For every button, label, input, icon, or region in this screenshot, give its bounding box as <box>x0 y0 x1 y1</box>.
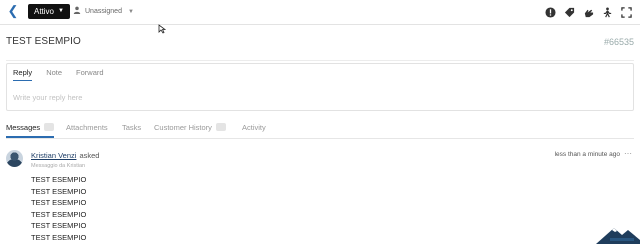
tab-tasks[interactable]: Tasks <box>122 122 141 136</box>
caret-down-icon: ▼ <box>127 9 134 15</box>
message-item: Kristian Venzi asked Messaggio da Kristia… <box>6 148 634 244</box>
tab-customer-history[interactable]: Customer History <box>154 122 226 136</box>
tab-attachments[interactable]: Attachments <box>66 122 108 136</box>
back-chevron-icon[interactable]: ❮ <box>6 4 20 18</box>
alert-icon[interactable] <box>545 6 556 18</box>
message-line: TEST ESEMPIO <box>31 175 87 184</box>
tab-reply[interactable]: Reply <box>13 68 33 81</box>
tag-icon[interactable] <box>564 7 575 18</box>
expand-icon[interactable] <box>621 6 632 18</box>
status-dropdown[interactable]: Attivo ▼ <box>28 4 70 19</box>
avatar[interactable] <box>6 150 23 167</box>
tab-forward[interactable]: Forward <box>76 68 104 81</box>
message-line: TEST ESEMPIO <box>31 232 87 242</box>
message-body: TEST ESEMPIO TEST ESEMPIO TEST ESEMPIO T… <box>31 174 86 243</box>
mountain-logo <box>596 228 640 244</box>
tab-label: Attachments <box>66 123 108 132</box>
tab-activity[interactable]: Activity <box>242 122 266 136</box>
reply-input[interactable] <box>13 90 613 104</box>
person-icon <box>73 6 81 14</box>
toolbar-actions <box>545 5 632 19</box>
ticket-toolbar: ❮ Attivo ▼ Unassigned ▼ <box>0 0 640 25</box>
mouse-cursor-icon <box>158 24 166 34</box>
count-badge <box>215 123 226 131</box>
message-line: TEST ESEMPIO <box>31 209 87 219</box>
tab-label: Customer History <box>154 123 212 132</box>
message-line: TEST ESEMPIO <box>31 221 87 230</box>
ticket-number: #66535 <box>603 37 634 47</box>
assignee-label: Unassigned <box>85 8 122 15</box>
message-tabs: Messages Attachments Tasks Customer Hist… <box>6 122 634 139</box>
status-label: Attivo <box>34 7 55 16</box>
more-dots-icon[interactable]: ⋯ <box>624 149 632 158</box>
message-author-line: Kristian Venzi asked <box>31 151 99 160</box>
message-line: TEST ESEMPIO <box>31 198 87 207</box>
divider <box>6 60 634 61</box>
walking-person-icon[interactable] <box>602 6 613 18</box>
hand-icon[interactable] <box>583 7 594 18</box>
message-meta: Messaggio da Kristian <box>31 163 86 169</box>
message-line: TEST ESEMPIO <box>31 186 87 196</box>
message-timestamp: less than a minute ago <box>554 151 620 158</box>
tab-label: Activity <box>242 123 266 132</box>
caret-down-icon: ▼ <box>58 8 64 15</box>
reply-composer: Reply Note Forward <box>6 63 634 111</box>
assignee-dropdown[interactable]: Unassigned ▼ <box>73 6 134 18</box>
tab-label: Tasks <box>122 123 142 132</box>
count-badge <box>44 123 55 131</box>
message-action: asked <box>79 151 100 160</box>
page-title: TEST ESEMPIO <box>6 36 81 47</box>
tab-note[interactable]: Note <box>46 68 62 81</box>
author-link[interactable]: Kristian Venzi <box>31 151 76 160</box>
tab-messages[interactable]: Messages <box>6 122 55 138</box>
tab-label: Messages <box>6 123 41 132</box>
reply-tabs: Reply Note Forward <box>13 68 104 81</box>
ticket-header: TEST ESEMPIO #66535 <box>0 34 640 52</box>
